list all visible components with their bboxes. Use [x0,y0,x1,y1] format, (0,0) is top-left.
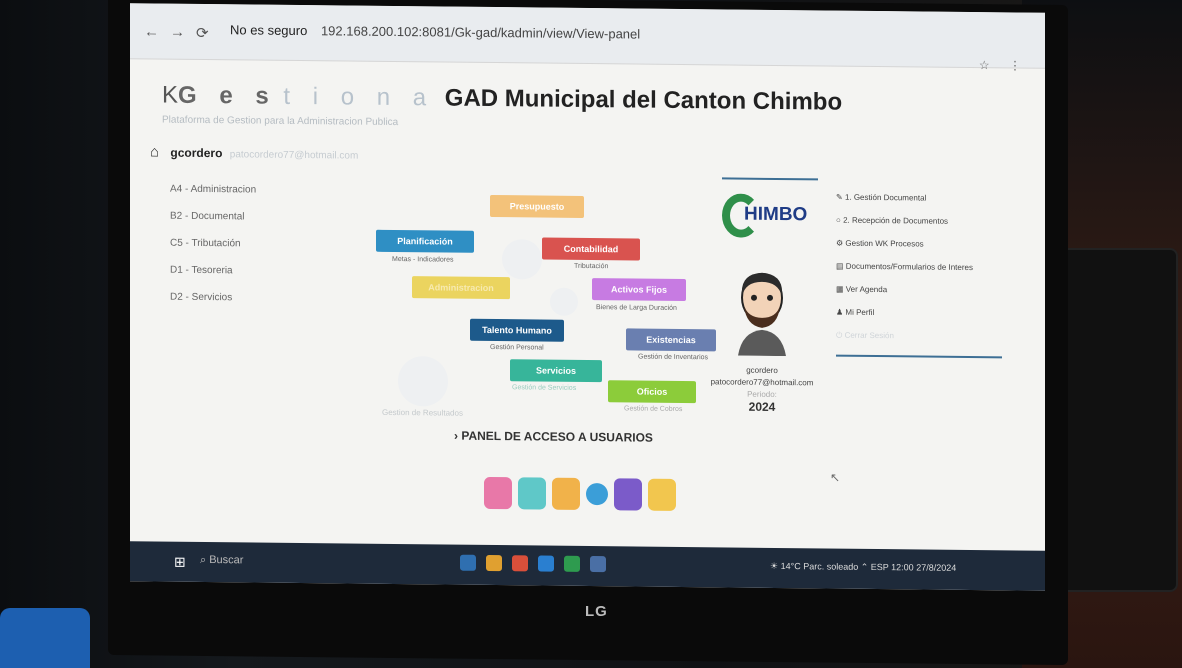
module-caption: Bienes de Larga Duración [596,304,677,312]
user-email: patocordero77@hotmail.com [710,377,814,388]
pinned-app-icon[interactable] [590,556,606,573]
brand-name: GAD Municipal del Canton Chimbo [444,84,843,116]
menu-item-wk-procesos[interactable]: ⚙ Gestion WK Procesos [836,239,1002,250]
panel-title-text: PANEL DE ACCESO A USUARIOS [461,428,653,445]
module-presupuesto[interactable]: Presupuesto [490,194,584,218]
menu-item-gestion-documental[interactable]: ✎ 1. Gestión Documental [836,193,1002,204]
user-email-top: patocordero77@hotmail.com [229,149,359,162]
sidebar-item[interactable]: D2 - Servicios [170,292,256,304]
menu-label: Ver Agenda [845,284,888,295]
windows-start-icon[interactable]: ⊞ [174,554,186,571]
speaker [1056,250,1176,590]
taskbar-search-label: Buscar [209,554,244,567]
menu-label: Cerrar Sesión [844,330,894,341]
app-shortcuts [484,476,676,511]
ghost-icon [502,239,542,280]
brand-subtitle: Plataforma de Gestion para la Administra… [162,114,399,129]
sidebar-item[interactable]: C5 - Tributación [170,238,256,250]
module-servicios[interactable]: Servicios [510,359,602,383]
menu-item-documentos[interactable]: ▤ Documentos/Formularios de Interes [836,262,1002,273]
module-caption: Gestión Personal [490,343,544,352]
security-status: No es seguro [230,22,308,39]
module-existencias[interactable]: Existencias [626,328,716,352]
back-icon[interactable]: ← [144,23,159,40]
logo-text: HIMBO [744,203,808,226]
url-text: 192.168.200.102:8081/Gk-gad/kadmin/view/… [320,23,641,42]
chimbo-logo: HIMBO [722,177,818,246]
blue-object [0,608,90,668]
user-avatar [738,272,786,357]
book-app-icon[interactable] [552,477,580,510]
module-oficios[interactable]: Oficios [608,380,696,404]
menu-item-cerrar-sesion[interactable]: ⏻ Cerrar Sesión [836,331,1002,343]
monitor-brand-logo: LG [585,603,608,620]
menu-item-perfil[interactable]: ♟ Mi Perfil [836,308,1002,319]
pinned-app-icon[interactable] [538,555,554,572]
module-contabilidad[interactable]: Contabilidad [542,237,640,261]
screen: ← → ⟳ No es seguro 192.168.200.102:8081/… [130,3,1045,591]
clock-date: 27/8/2024 [916,562,957,573]
browser-toolbar: ← → ⟳ No es seguro 192.168.200.102:8081/… [130,3,1045,73]
brand-tiona: t i o n a [283,82,435,112]
weather-text: 14°C Parc. soleado [780,561,859,572]
ghost-icon [398,356,448,407]
menu-item-recepcion[interactable]: ○ 2. Recepción de Documentos [836,216,1002,227]
sidebar-item[interactable]: B2 - Documental [170,211,256,223]
reload-icon[interactable]: ⟳ [196,24,209,42]
menu-label: 2. Recepción de Documentos [843,215,949,226]
menu-divider [836,354,1002,359]
taskbar-search[interactable]: ⌕ Buscar [200,554,243,567]
forward-icon[interactable]: → [170,24,185,41]
home-icon[interactable]: ⌂ [150,143,159,160]
tool-app-icon[interactable] [518,477,546,510]
user-line: ⌂ gcordero patocordero77@hotmail.com [150,143,358,162]
module-gestion-resultados[interactable]: Gestion de Resultados [382,408,463,418]
module-talento-humano[interactable]: Talento Humano [470,318,564,342]
toolbar-icons[interactable]: ☆ ⋮ [979,58,1029,73]
brand-ges: G e s [178,81,277,110]
chat-app-icon[interactable] [484,476,512,510]
module-caption: Tributación [574,262,609,271]
username: gcordero [170,145,223,161]
clock-time: 12:00 [891,562,914,573]
menu-item-agenda[interactable]: ▦ Ver Agenda [836,285,1002,296]
sidebar-item[interactable]: D1 - Tesoreria [170,265,256,277]
taskbar-pins [460,554,606,573]
right-menu: ✎ 1. Gestión Documental ○ 2. Recepción d… [836,193,1002,373]
module-planificacion[interactable]: Planificación [376,229,474,253]
menu-label: Gestion WK Procesos [845,238,924,249]
logo-divider [722,177,818,181]
user-info: gcordero patocordero77@hotmail.com Perio… [702,364,822,414]
module-caption: Gestión de Cobros [624,405,683,413]
address-bar[interactable]: No es seguro 192.168.200.102:8081/Gk-gad… [230,22,640,41]
mouse-cursor-icon: ↖ [830,470,841,485]
app-brand: KG e s t i o n a GAD Municipal del Canto… [162,82,842,117]
module-caption: Metas - Indicadores [392,255,454,264]
system-tray[interactable]: ☀ 14°C Parc. soleado ⌃ ESP 12:00 27/8/20… [770,561,956,574]
menu-label: Mi Perfil [845,307,875,318]
ghost-icon [550,287,578,316]
module-caption: Gestión de Servicios [512,384,577,392]
period-year: 2024 [748,399,776,414]
globe-app-icon[interactable] [586,482,608,506]
cube-app-icon[interactable] [614,478,642,511]
pinned-app-icon[interactable] [486,554,502,572]
pinned-app-icon[interactable] [564,555,580,572]
module-activos-fijos[interactable]: Activos Fijos [592,278,686,302]
menu-label: 1. Gestión Documental [844,192,927,203]
menu-label: Documentos/Formularios de Interes [845,261,973,273]
lang-indicator: ESP [870,561,889,573]
panel-title: › PANEL DE ACCESO A USUARIOS [454,428,653,445]
notes-app-icon[interactable] [648,478,676,511]
module-caption: Gestión de Inventarios [638,353,709,362]
module-administracion[interactable]: Administracion [412,276,510,300]
brand-k: K [162,81,179,109]
pinned-app-icon[interactable] [460,554,476,571]
sidebar-item[interactable]: A4 - Administracion [170,184,256,196]
pinned-app-icon[interactable] [512,555,528,572]
sidebar: A4 - Administracion B2 - Documental C5 -… [170,184,256,320]
